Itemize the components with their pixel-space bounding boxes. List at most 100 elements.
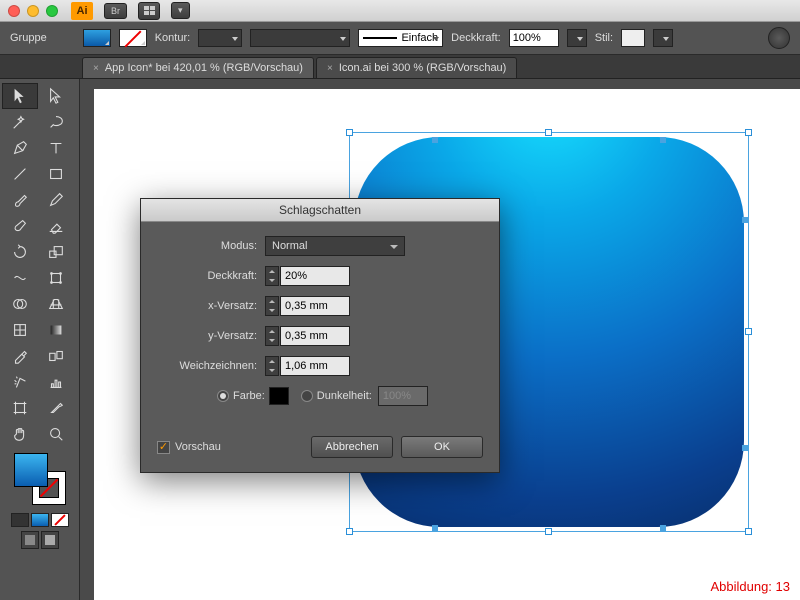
stroke-label: Kontur:	[155, 32, 190, 44]
stroke-weight-select[interactable]	[198, 29, 242, 47]
eraser-tool[interactable]	[38, 213, 74, 239]
blur-label: Weichzeichnen:	[157, 360, 257, 372]
selection-tool[interactable]	[2, 83, 38, 109]
line-segment-tool[interactable]	[2, 161, 38, 187]
color-radio[interactable]	[217, 390, 229, 402]
anchor-point[interactable]	[660, 137, 666, 143]
drop-shadow-dialog: Schlagschatten Modus: Normal Deckkraft: …	[140, 198, 500, 473]
zoom-tool[interactable]	[38, 421, 74, 447]
column-graph-tool[interactable]	[38, 369, 74, 395]
slice-tool[interactable]	[38, 395, 74, 421]
recolor-artwork-button[interactable]	[768, 27, 790, 49]
window-zoom-button[interactable]	[46, 5, 58, 17]
symbol-sprayer-tool[interactable]	[2, 369, 38, 395]
blur-input[interactable]	[280, 356, 350, 376]
brush-definition-select[interactable]: Einfach	[358, 29, 443, 47]
y-offset-spinner[interactable]	[265, 326, 279, 346]
resize-handle[interactable]	[745, 328, 752, 335]
dialog-opacity-input[interactable]	[280, 266, 350, 286]
screen-mode-normal[interactable]	[21, 531, 39, 549]
resize-handle[interactable]	[545, 528, 552, 535]
direct-selection-tool[interactable]	[38, 83, 74, 109]
dialog-opacity-label: Deckkraft:	[157, 270, 257, 282]
fill-swatch[interactable]	[83, 29, 111, 47]
color-mode-solid[interactable]	[11, 513, 29, 527]
darkness-radio[interactable]	[301, 390, 313, 402]
figure-caption: Abbildung: 13	[710, 579, 790, 594]
anchor-point[interactable]	[742, 217, 748, 223]
preview-checkbox[interactable]	[157, 441, 170, 454]
mesh-tool[interactable]	[2, 317, 38, 343]
document-tabs: ×App Icon* bei 420,01 % (RGB/Vorschau) ×…	[0, 55, 800, 79]
document-tab-1[interactable]: ×App Icon* bei 420,01 % (RGB/Vorschau)	[82, 57, 314, 78]
graphic-style-swatch[interactable]	[621, 29, 645, 47]
selection-type-label: Gruppe	[10, 32, 47, 44]
bridge-button[interactable]: Br	[104, 3, 127, 19]
tools-panel	[0, 79, 80, 600]
style-dropdown[interactable]	[653, 29, 673, 47]
blob-brush-tool[interactable]	[2, 213, 38, 239]
window-close-button[interactable]	[8, 5, 20, 17]
shadow-color-swatch[interactable]	[269, 387, 289, 405]
arrange-documents-button[interactable]	[138, 2, 160, 20]
window-minimize-button[interactable]	[27, 5, 39, 17]
y-offset-input[interactable]	[280, 326, 350, 346]
anchor-point[interactable]	[660, 525, 666, 531]
width-tool[interactable]	[2, 265, 38, 291]
cancel-button[interactable]: Abbrechen	[311, 436, 393, 458]
close-icon[interactable]: ×	[327, 63, 333, 74]
type-tool[interactable]	[38, 135, 74, 161]
lasso-tool[interactable]	[38, 109, 74, 135]
titlebar-dropdown-icon[interactable]: ▾	[171, 2, 190, 19]
hand-tool[interactable]	[2, 421, 38, 447]
gradient-tool[interactable]	[38, 317, 74, 343]
darkness-radio-label: Dunkelheit:	[317, 390, 372, 402]
y-offset-label: y-Versatz:	[157, 330, 257, 342]
control-bar: Gruppe Kontur: Einfach Deckkraft: Stil:	[0, 22, 800, 55]
app-logo-icon: Ai	[71, 2, 93, 20]
x-offset-spinner[interactable]	[265, 296, 279, 316]
eyedropper-tool[interactable]	[2, 343, 38, 369]
pencil-tool[interactable]	[38, 187, 74, 213]
window-titlebar: Ai Br ▾	[0, 0, 800, 22]
resize-handle[interactable]	[745, 528, 752, 535]
resize-handle[interactable]	[346, 528, 353, 535]
color-mode-gradient[interactable]	[31, 513, 49, 527]
pen-tool[interactable]	[2, 135, 38, 161]
blend-tool[interactable]	[38, 343, 74, 369]
color-mode-none[interactable]	[51, 513, 69, 527]
rotate-tool[interactable]	[2, 239, 38, 265]
x-offset-input[interactable]	[280, 296, 350, 316]
fill-color-box[interactable]	[14, 453, 48, 487]
mode-label: Modus:	[157, 240, 257, 252]
scale-tool[interactable]	[38, 239, 74, 265]
close-icon[interactable]: ×	[93, 63, 99, 74]
anchor-point[interactable]	[432, 137, 438, 143]
artboard-tool[interactable]	[2, 395, 38, 421]
free-transform-tool[interactable]	[38, 265, 74, 291]
fill-stroke-indicator[interactable]	[14, 453, 66, 505]
opacity-input[interactable]	[509, 29, 559, 47]
stroke-swatch[interactable]	[119, 29, 147, 47]
mode-select[interactable]: Normal	[265, 236, 405, 256]
mode-value: Normal	[272, 240, 307, 252]
opacity-spinner[interactable]	[265, 266, 279, 286]
resize-handle[interactable]	[545, 129, 552, 136]
resize-handle[interactable]	[346, 129, 353, 136]
variable-width-select[interactable]	[250, 29, 350, 47]
shape-builder-tool[interactable]	[2, 291, 38, 317]
anchor-point[interactable]	[742, 445, 748, 451]
style-label: Stil:	[595, 32, 613, 44]
rectangle-tool[interactable]	[38, 161, 74, 187]
paintbrush-tool[interactable]	[2, 187, 38, 213]
opacity-label: Deckkraft:	[451, 32, 501, 44]
document-tab-2[interactable]: ×Icon.ai bei 300 % (RGB/Vorschau)	[316, 57, 517, 78]
magic-wand-tool[interactable]	[2, 109, 38, 135]
opacity-dropdown[interactable]	[567, 29, 587, 47]
perspective-grid-tool[interactable]	[38, 291, 74, 317]
anchor-point[interactable]	[432, 525, 438, 531]
screen-mode-switch[interactable]	[41, 531, 59, 549]
ok-button[interactable]: OK	[401, 436, 483, 458]
resize-handle[interactable]	[745, 129, 752, 136]
blur-spinner[interactable]	[265, 356, 279, 376]
